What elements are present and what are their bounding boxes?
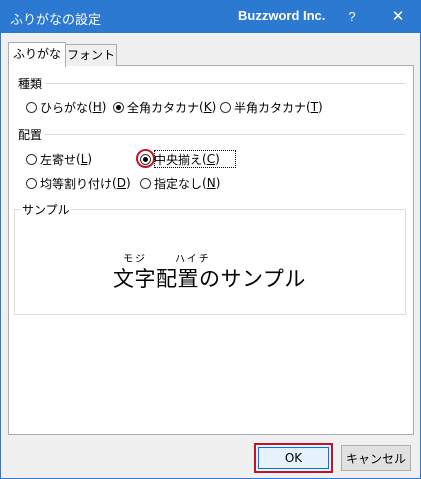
radio-hiragana[interactable]: ひらがな(H) [26, 99, 106, 115]
radio-align-left-label: 左寄せ [40, 152, 77, 167]
app-name: Buzzword Inc. [238, 8, 326, 23]
radio-zenkaku-katakana-label: 全角カタカナ [127, 100, 200, 115]
radio-zenkaku-katakana-key: K [203, 100, 212, 114]
radio-circle[interactable] [26, 177, 37, 189]
focus-rectangle [154, 150, 236, 168]
radio-align-distributed[interactable]: 均等割り付け(D) [26, 175, 131, 191]
radio-zenkaku-katakana[interactable]: 全角カタカナ(K) [113, 99, 216, 115]
radio-align-none-label: 指定なし [154, 176, 203, 191]
radio-align-left[interactable]: 左寄せ(L) [26, 151, 92, 167]
radio-circle[interactable] [26, 153, 37, 165]
radio-hiragana-key: H [92, 100, 102, 114]
radio-align-distributed-key: D [116, 176, 126, 190]
radio-align-center[interactable]: 中央揃え(C) [140, 150, 236, 168]
cancel-button[interactable]: キャンセル [341, 445, 411, 471]
radio-hiragana-label: ひらがな [40, 100, 89, 115]
ok-button[interactable]: OK [254, 443, 333, 473]
align-group-label: 配置 [18, 128, 43, 142]
title-bar[interactable]: ふりがなの設定 Buzzword Inc. ? ✕ [1, 1, 420, 33]
dialog-window: ふりがなの設定 Buzzword Inc. ? ✕ ふりがな フォント 種類 ひ… [0, 0, 421, 479]
radio-align-left-key: L [80, 152, 88, 166]
radio-hankaku-katakana[interactable]: 半角カタカナ(T) [220, 99, 323, 115]
tab-furigana[interactable]: ふりがな [8, 42, 66, 67]
sample-group-label: サンプル [21, 201, 71, 218]
radio-circle[interactable] [140, 177, 151, 189]
radio-hankaku-katakana-label: 半角カタカナ [234, 100, 307, 115]
ok-button-label: OK [258, 447, 329, 469]
radio-circle-checked[interactable] [140, 153, 151, 165]
radio-circle[interactable] [220, 101, 231, 113]
align-group-divider [45, 134, 405, 135]
tab-font[interactable]: フォント [65, 44, 117, 66]
radio-align-distributed-label: 均等割り付け [40, 176, 113, 191]
close-button[interactable]: ✕ [381, 1, 415, 33]
radio-align-none-key: N [206, 176, 216, 190]
radio-hankaku-katakana-key: T [310, 100, 319, 114]
radio-circle-checked[interactable] [113, 101, 124, 113]
radio-circle[interactable] [26, 101, 37, 113]
type-group-label: 種類 [18, 77, 43, 91]
help-button[interactable]: ? [337, 1, 367, 33]
sample-text: 文字配置のサンプル [113, 267, 306, 291]
radio-align-none[interactable]: 指定なし(N) [140, 175, 220, 191]
window-title: ふりがなの設定 [10, 13, 102, 28]
type-group-divider [45, 83, 405, 84]
